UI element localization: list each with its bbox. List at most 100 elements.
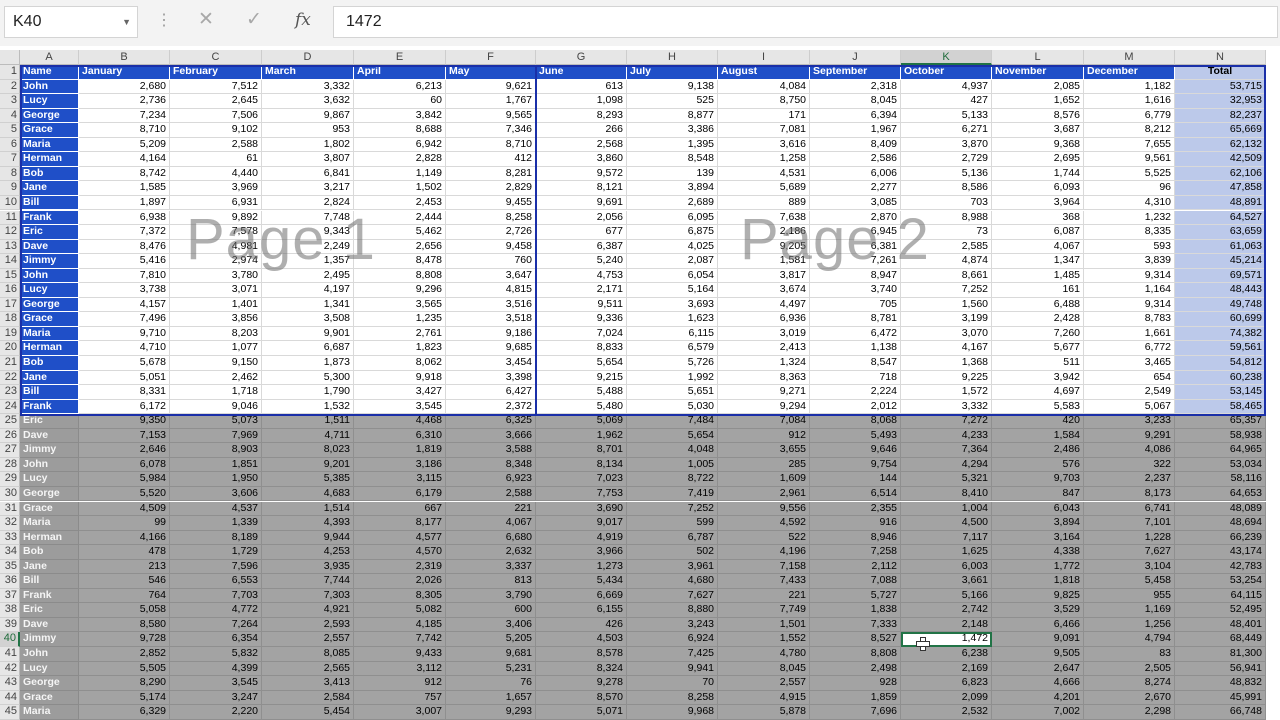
value-cell[interactable]: 5,651 [627, 385, 718, 400]
name-cell[interactable]: Jane [20, 370, 79, 386]
name-cell[interactable]: John [20, 457, 79, 473]
value-cell[interactable]: 2,585 [901, 239, 992, 255]
row-header[interactable]: 33 [0, 530, 20, 546]
value-cell[interactable]: 9,941 [627, 661, 718, 677]
value-cell[interactable]: 3,966 [536, 545, 627, 560]
value-cell[interactable]: 3,104 [1084, 559, 1175, 575]
value-cell[interactable]: 9,918 [354, 370, 446, 386]
value-cell[interactable]: 5,051 [79, 370, 170, 386]
value-cell[interactable]: 3,894 [992, 516, 1084, 531]
value-cell[interactable]: 7,002 [992, 705, 1084, 720]
row-header[interactable]: 2 [0, 79, 20, 95]
value-cell[interactable]: 83 [1084, 647, 1175, 662]
value-cell[interactable]: 9,458 [446, 239, 536, 255]
name-cell[interactable]: Frank [20, 210, 79, 226]
value-cell[interactable]: 2,656 [354, 239, 446, 255]
total-cell[interactable]: 32,953 [1175, 94, 1266, 109]
column-header-n[interactable]: N [1175, 50, 1266, 65]
value-cell[interactable]: 703 [901, 195, 992, 211]
value-cell[interactable]: 9,572 [536, 166, 627, 182]
value-cell[interactable]: 9,556 [718, 501, 810, 517]
value-cell[interactable]: 889 [718, 195, 810, 211]
name-cell[interactable]: Eric [20, 225, 79, 240]
value-cell[interactable]: 285 [718, 457, 810, 473]
value-cell[interactable]: 73 [901, 225, 992, 240]
total-cell[interactable]: 48,694 [1175, 516, 1266, 531]
value-cell[interactable]: 6,179 [354, 486, 446, 502]
column-header-c[interactable]: C [170, 50, 262, 65]
value-cell[interactable]: 7,158 [718, 559, 810, 575]
value-cell[interactable]: 1,235 [354, 312, 446, 327]
value-cell[interactable]: 8,527 [810, 632, 901, 647]
value-cell[interactable]: 9,368 [992, 137, 1084, 153]
value-cell[interactable]: 1,623 [627, 312, 718, 327]
value-cell[interactable]: 3,243 [627, 617, 718, 633]
row-header[interactable]: 21 [0, 356, 20, 371]
row-header[interactable]: 34 [0, 545, 20, 560]
value-cell[interactable]: 3,071 [170, 283, 262, 298]
value-cell[interactable]: 7,252 [627, 501, 718, 517]
value-cell[interactable]: 593 [1084, 239, 1175, 255]
value-cell[interactable]: 3,666 [446, 428, 536, 444]
value-cell[interactable]: 5,300 [262, 370, 354, 386]
value-cell[interactable]: 8,722 [627, 472, 718, 487]
value-cell[interactable]: 2,549 [1084, 385, 1175, 400]
value-cell[interactable]: 8,808 [810, 647, 901, 662]
value-cell[interactable]: 3,632 [262, 94, 354, 109]
total-cell[interactable]: 49,748 [1175, 297, 1266, 313]
name-cell[interactable]: Bob [20, 356, 79, 371]
value-cell[interactable]: 4,497 [718, 297, 810, 313]
value-cell[interactable]: 1,552 [718, 632, 810, 647]
row-header[interactable]: 26 [0, 428, 20, 444]
value-cell[interactable]: 1,873 [262, 356, 354, 371]
value-cell[interactable]: 3,655 [718, 443, 810, 458]
value-cell[interactable]: 2,588 [446, 486, 536, 502]
value-cell[interactable]: 6,924 [627, 632, 718, 647]
header-cell[interactable]: January [79, 65, 170, 80]
value-cell[interactable]: 7,024 [536, 326, 627, 342]
value-cell[interactable]: 3,112 [354, 661, 446, 677]
total-cell[interactable]: 61,063 [1175, 239, 1266, 255]
value-cell[interactable]: 9,205 [718, 239, 810, 255]
value-cell[interactable]: 2,736 [79, 94, 170, 109]
value-cell[interactable]: 705 [810, 297, 901, 313]
value-cell[interactable]: 3,870 [901, 137, 992, 153]
value-cell[interactable]: 8,324 [536, 661, 627, 677]
value-cell[interactable]: 6,115 [627, 326, 718, 342]
value-cell[interactable]: 9,017 [536, 516, 627, 531]
value-cell[interactable]: 7,346 [446, 123, 536, 138]
row-header[interactable]: 16 [0, 283, 20, 298]
header-cell[interactable]: November [992, 65, 1084, 80]
value-cell[interactable]: 6,931 [170, 195, 262, 211]
value-cell[interactable]: 4,468 [354, 414, 446, 429]
value-cell[interactable]: 1,401 [170, 297, 262, 313]
value-cell[interactable]: 99 [79, 516, 170, 531]
value-cell[interactable]: 4,874 [901, 254, 992, 269]
value-cell[interactable]: 1,532 [262, 399, 354, 415]
value-cell[interactable]: 6,669 [536, 588, 627, 604]
value-cell[interactable]: 9,343 [262, 225, 354, 240]
value-cell[interactable]: 7,303 [262, 588, 354, 604]
value-cell[interactable]: 368 [992, 210, 1084, 226]
value-cell[interactable]: 4,086 [1084, 443, 1175, 458]
value-cell[interactable]: 8,068 [810, 414, 901, 429]
value-cell[interactable]: 3,332 [901, 399, 992, 415]
column-header-g[interactable]: G [536, 50, 627, 65]
value-cell[interactable]: 2,961 [718, 486, 810, 502]
name-cell[interactable]: Herman [20, 341, 79, 356]
header-cell[interactable]: Total [1175, 65, 1266, 80]
value-cell[interactable]: 9,091 [992, 632, 1084, 647]
value-cell[interactable]: 3,529 [992, 603, 1084, 618]
value-cell[interactable]: 2,584 [262, 690, 354, 706]
value-cell[interactable]: 1,273 [536, 559, 627, 575]
value-cell[interactable]: 6,078 [79, 457, 170, 473]
row-header[interactable]: 35 [0, 559, 20, 575]
value-cell[interactable]: 9,294 [718, 399, 810, 415]
row-header[interactable]: 10 [0, 195, 20, 211]
value-cell[interactable]: 1,772 [992, 559, 1084, 575]
value-cell[interactable]: 8,085 [262, 647, 354, 662]
value-cell[interactable]: 2,319 [354, 559, 446, 575]
total-cell[interactable]: 82,237 [1175, 108, 1266, 124]
value-cell[interactable]: 426 [536, 617, 627, 633]
value-cell[interactable]: 2,829 [446, 181, 536, 196]
